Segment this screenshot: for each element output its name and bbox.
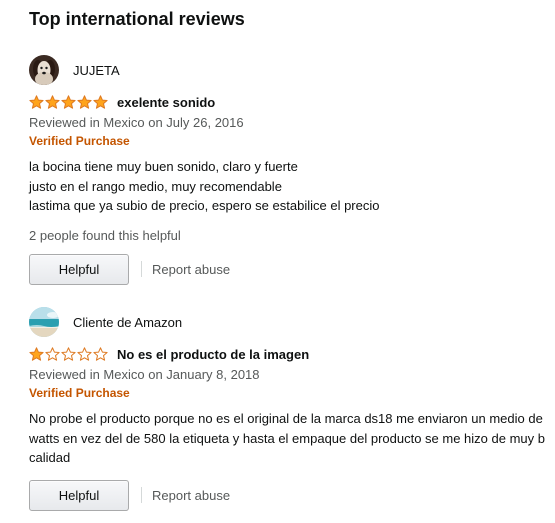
review-title[interactable]: exelente sonido xyxy=(117,95,215,110)
star-filled-icon xyxy=(45,95,60,109)
star-rating[interactable] xyxy=(29,347,109,362)
star-filled-icon xyxy=(93,95,108,109)
avatar[interactable] xyxy=(29,307,59,337)
profile-name[interactable]: JUJETA xyxy=(73,63,120,78)
star-filled-icon xyxy=(61,95,76,109)
review-body-line: la bocina tiene muy buen sonido, claro y… xyxy=(29,159,298,174)
review-card: Cliente de Amazon No es el producto de l… xyxy=(29,307,555,511)
star-rating[interactable] xyxy=(29,95,109,110)
review-actions: Helpful Report abuse xyxy=(29,479,555,511)
helpful-count: 2 people found this helpful xyxy=(29,227,181,243)
review-date: Reviewed in Mexico on July 26, 2016 xyxy=(29,115,244,130)
action-divider xyxy=(141,261,142,277)
star-empty-icon xyxy=(93,347,108,361)
review-body: No probe el producto porque no es el ori… xyxy=(29,409,555,468)
report-abuse-link[interactable]: Report abuse xyxy=(152,488,230,503)
star-empty-icon xyxy=(61,347,76,361)
reviewer-profile[interactable]: Cliente de Amazon xyxy=(29,307,555,337)
verified-purchase-badge[interactable]: Verified Purchase xyxy=(29,133,555,150)
section-heading: Top international reviews xyxy=(29,9,245,29)
helpful-button[interactable]: Helpful xyxy=(29,253,129,285)
review-date: Reviewed in Mexico on January 8, 2018 xyxy=(29,367,260,382)
review-body-line: calidad xyxy=(29,450,71,465)
action-divider xyxy=(141,487,142,503)
report-abuse-link[interactable]: Report abuse xyxy=(152,262,230,277)
review-body-line: lastima que ya subio de precio, espero s… xyxy=(29,198,380,213)
verified-purchase-badge[interactable]: Verified Purchase xyxy=(29,385,555,402)
review-card: JUJETA exelente sonido Reviewed in Mexic… xyxy=(29,55,555,285)
review-actions: Helpful Report abuse xyxy=(29,253,555,285)
star-empty-icon xyxy=(77,347,92,361)
review-body-line: watts en vez del de 580 la etiqueta y ha… xyxy=(29,430,545,446)
review-body: la bocina tiene muy buen sonido, claro y… xyxy=(29,157,555,216)
review-title[interactable]: No es el producto de la imagen xyxy=(117,347,309,362)
profile-name[interactable]: Cliente de Amazon xyxy=(73,315,182,330)
review-body-line: justo en el rango medio, muy recomendabl… xyxy=(29,178,282,194)
star-filled-icon xyxy=(29,95,44,109)
helpful-button[interactable]: Helpful xyxy=(29,479,129,511)
reviewer-profile[interactable]: JUJETA xyxy=(29,55,555,85)
star-filled-icon xyxy=(29,347,44,361)
star-filled-icon xyxy=(77,95,92,109)
star-empty-icon xyxy=(45,347,60,361)
review-body-line: No probe el producto porque no es el ori… xyxy=(29,411,543,426)
avatar[interactable] xyxy=(29,55,59,85)
